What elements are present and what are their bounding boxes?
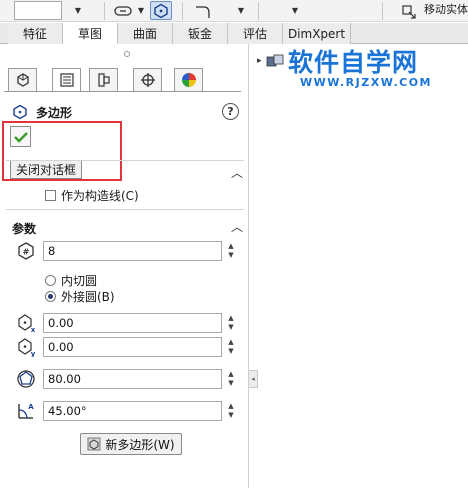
toolbar-dropdown-arrow[interactable]: ▼ xyxy=(236,1,246,20)
toolbar-dropdown-arrow[interactable]: ▼ xyxy=(290,1,300,20)
params-section-title: 参数 xyxy=(12,222,37,236)
center-y-icon: y xyxy=(16,337,36,357)
panel-grip[interactable] xyxy=(124,51,130,57)
chevron-down-icon: ▼ xyxy=(237,6,245,15)
chevron-down-icon: ▼ xyxy=(137,6,145,15)
toolbar-move-entity-button[interactable] xyxy=(398,1,418,20)
chevron-up-icon[interactable]: ︿ xyxy=(231,164,243,181)
feature-tree-flyout[interactable]: ▸ xyxy=(257,53,288,69)
sketch-arc-icon xyxy=(196,5,210,18)
new-polygon-label: 新多边形(W) xyxy=(105,437,175,452)
toolbar-combo-box[interactable] xyxy=(14,1,62,20)
diameter-stepper[interactable]: ▲ ▼ xyxy=(224,369,238,389)
highlight-annotation-box xyxy=(2,121,122,181)
polygon-icon xyxy=(13,104,27,120)
expand-arrow-icon[interactable]: ▸ xyxy=(257,56,262,66)
svg-text:A: A xyxy=(28,403,34,411)
toolbar-link-button[interactable] xyxy=(112,1,134,20)
tab-surfaces[interactable]: 曲面 xyxy=(118,23,173,44)
sides-count-stepper[interactable]: ▲ ▼ xyxy=(224,241,238,261)
toolbar-separator xyxy=(382,2,383,20)
tab-evaluate[interactable]: 评估 xyxy=(228,23,283,44)
part-icon xyxy=(266,54,283,67)
section-divider xyxy=(6,209,244,210)
watermark-url: WWW.RJZXW.COM xyxy=(300,76,432,89)
circumscribed-radio[interactable] xyxy=(45,291,56,302)
page-title: 多边形 xyxy=(36,105,73,120)
watermark-title: 软件自学网 xyxy=(288,48,419,77)
display-manager-tab[interactable] xyxy=(174,68,203,92)
top-toolbar: ▼ ▼ ▼ ▼ 移动实体 xyxy=(0,0,468,22)
chevron-up-icon[interactable]: ︿ xyxy=(231,218,243,235)
center-x-input[interactable]: 0.00 xyxy=(43,313,222,333)
move-entity-icon xyxy=(402,4,416,19)
tab-dimxpert[interactable]: DimXpert xyxy=(283,23,351,44)
center-x-stepper[interactable]: ▲ ▼ xyxy=(224,313,238,333)
rotation-angle-icon: A xyxy=(16,401,36,421)
tab-baseline xyxy=(4,91,241,92)
feature-manager-tab[interactable] xyxy=(8,68,37,92)
toolbar-polygon-button[interactable] xyxy=(150,1,172,20)
property-list-icon xyxy=(59,73,74,87)
property-manager-panel: 多边形 ? 关闭对话框 ︿ 作为构造线(C) 参数 ︿ # 8 ▲ ▼ 内切圆 外… xyxy=(0,44,249,488)
color-wheel-icon xyxy=(181,73,196,87)
toolbar-separator xyxy=(182,2,183,20)
help-button[interactable]: ? xyxy=(222,103,239,120)
center-x-icon: x xyxy=(16,313,36,333)
crosshair-icon xyxy=(140,73,155,87)
diameter-input[interactable]: 80.00 xyxy=(43,369,222,389)
toolbar-separator xyxy=(258,2,259,20)
property-title-row: 多边形 xyxy=(12,103,72,121)
feature-tree-icon xyxy=(16,73,29,87)
chain-link-icon xyxy=(114,5,132,16)
toolbar-separator xyxy=(104,2,105,20)
sides-count-icon: # xyxy=(16,241,36,261)
property-manager-tab[interactable] xyxy=(52,68,81,92)
watermark-logo: 软件自学网 WWW.RJZXW.COM xyxy=(288,48,432,90)
dimxpert-manager-tab[interactable] xyxy=(133,68,162,92)
toolbar-dropdown-arrow[interactable]: ▼ xyxy=(72,1,84,20)
angle-input[interactable]: 45.00° xyxy=(43,401,222,421)
chevron-down-icon: ▼ xyxy=(74,6,82,15)
construction-checkbox[interactable] xyxy=(45,190,56,201)
svg-text:y: y xyxy=(31,350,36,357)
construction-label: 作为构造线(C) xyxy=(61,189,139,203)
move-entity-label[interactable]: 移动实体 xyxy=(424,1,468,17)
center-y-input[interactable]: 0.00 xyxy=(43,337,222,357)
toolbar-dropdown-arrow[interactable]: ▼ xyxy=(136,1,146,20)
sides-count-input[interactable]: 8 xyxy=(43,241,222,261)
chevron-down-icon: ▼ xyxy=(291,6,299,15)
configuration-icon xyxy=(97,73,110,87)
panel-collapse-handle[interactable]: ◂ xyxy=(249,370,258,388)
svg-text:x: x xyxy=(31,326,36,333)
svg-text:#: # xyxy=(23,248,30,257)
center-y-stepper[interactable]: ▲ ▼ xyxy=(224,337,238,357)
configuration-manager-tab[interactable] xyxy=(89,68,118,92)
tab-features[interactable]: 特征 xyxy=(8,23,63,44)
new-polygon-button[interactable]: 新多边形(W) xyxy=(80,433,182,455)
circumscribed-label: 外接圆(B) xyxy=(61,290,115,304)
inscribed-radio[interactable] xyxy=(45,275,56,286)
section-divider xyxy=(6,160,244,161)
polygon-icon xyxy=(154,3,168,18)
new-polygon-icon xyxy=(87,437,101,451)
command-manager-tabs: 特征 草图 曲面 钣金 评估 DimXpert xyxy=(0,23,468,44)
inscribed-label: 内切圆 xyxy=(61,274,98,288)
tab-sheet-metal[interactable]: 钣金 xyxy=(173,23,228,44)
chevron-left-icon: ◂ xyxy=(251,375,255,383)
tab-sketch[interactable]: 草图 xyxy=(63,23,118,44)
angle-stepper[interactable]: ▲ ▼ xyxy=(224,401,238,421)
circle-diameter-icon xyxy=(16,369,36,389)
toolbar-trim-button[interactable] xyxy=(192,1,214,20)
